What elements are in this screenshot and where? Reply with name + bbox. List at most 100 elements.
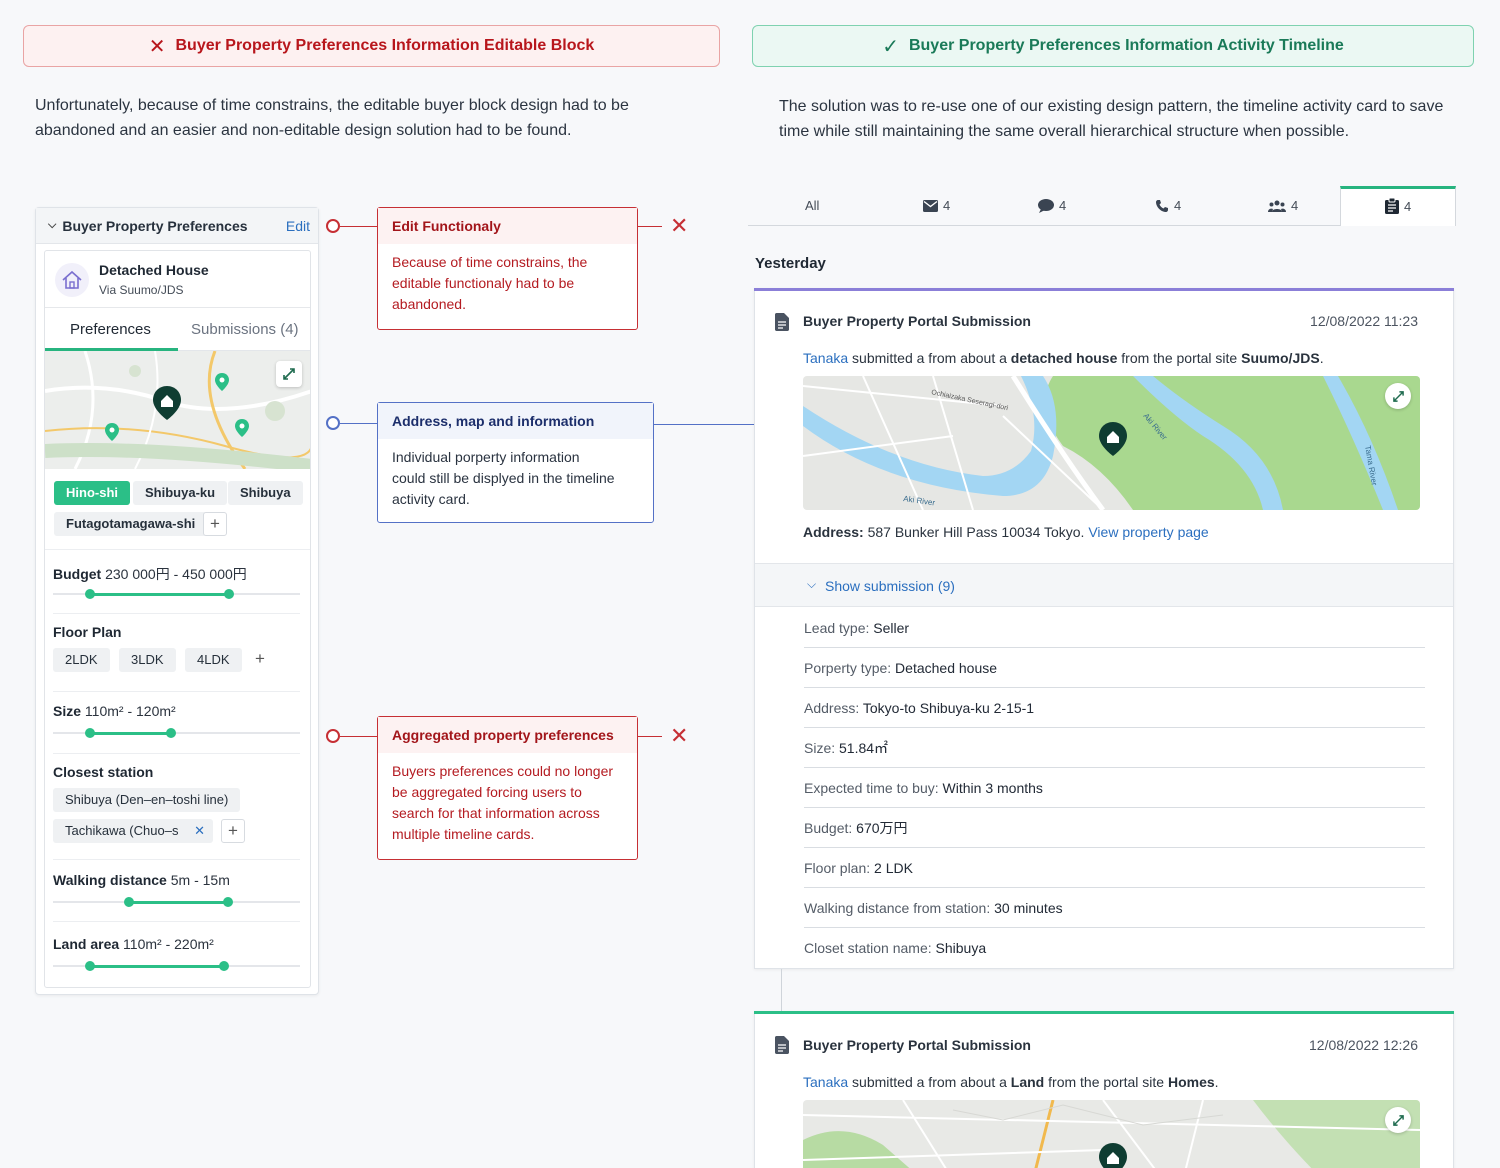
tab-all[interactable]: All (805, 198, 819, 213)
slider-max-handle[interactable] (166, 728, 176, 738)
left-intro-line: Unfortunately, because of time constrain… (35, 97, 629, 114)
add-station-button[interactable]: + (221, 819, 245, 843)
tab-email[interactable]: 4 (923, 198, 950, 213)
chevron-down-icon[interactable]: ⌵ (48, 219, 56, 232)
slider-max-handle[interactable] (219, 961, 229, 971)
budget-value: 230 000円 - 450 000円 (105, 566, 247, 582)
tab-count: 4 (1174, 198, 1182, 213)
tab-label: All (805, 198, 820, 213)
divider (53, 753, 300, 754)
slider-range (90, 593, 229, 596)
tab-chat[interactable]: 4 (1038, 198, 1066, 213)
floor-plan-chip[interactable]: 2LDK (53, 648, 110, 672)
slider-min-handle[interactable] (85, 589, 95, 599)
tab-submissions[interactable]: Submissions (4) (191, 321, 299, 338)
sentence-text: . (1214, 1074, 1219, 1090)
tab-meetings[interactable]: 4 (1268, 198, 1298, 213)
timeline-connector (781, 969, 782, 1011)
station-chip-text: Tachikawa (Chuo–s (65, 823, 179, 838)
document-icon (775, 1036, 789, 1054)
activity-timeline-header-text: Buyer Property Preferences Information A… (908, 37, 1344, 54)
view-property-link[interactable]: View property page (1088, 524, 1208, 540)
tab-notes[interactable]: 4 (1385, 198, 1411, 214)
tab-count: 4 (1291, 198, 1299, 213)
floor-plan-label: Floor Plan (53, 624, 122, 640)
expand-map-icon[interactable] (1385, 1107, 1411, 1133)
slider-range (129, 901, 228, 904)
slider-min-handle[interactable] (85, 728, 95, 738)
slider-min-handle[interactable] (85, 961, 95, 971)
edit-link[interactable]: Edit (286, 218, 310, 234)
area-chip[interactable]: Hino-shi (54, 481, 130, 505)
tab-phone[interactable]: 4 (1155, 198, 1181, 213)
editable-block-header-text: Buyer Property Preferences Information E… (175, 37, 595, 54)
area-chip[interactable]: Futagotamagawa-shi (54, 512, 208, 536)
walking-slider[interactable] (53, 897, 300, 907)
right-intro: The solution was to re-use one of our ex… (779, 94, 1443, 144)
station-chip[interactable]: Tachikawa (Chuo–s ✕ (53, 819, 213, 843)
submission-row: Closet station name: Shibuya (804, 928, 1425, 968)
show-submission-toggle[interactable]: ⌵ Show submission (9) (755, 563, 1453, 607)
remove-chip-icon[interactable]: ✕ (194, 819, 205, 843)
land-value: 110m² - 220m² (123, 936, 214, 952)
phone-icon (1156, 199, 1168, 212)
size-row: Size 110m² - 120m² (53, 703, 176, 719)
callout-line: could still be displyed in the timeline (392, 470, 615, 486)
card-title: Buyer Property Portal Submission (803, 1037, 1031, 1053)
left-intro: Unfortunately, because of time constrain… (35, 93, 629, 143)
address-value: 587 Bunker Hill Pass 10034 Tokyo. (863, 524, 1089, 540)
preferences-card: Detached House Via Suumo/JDS Preferences… (44, 250, 311, 988)
divider (53, 921, 300, 922)
row-label: Closet station name: (804, 940, 936, 956)
submission-row: Walking distance from station: 30 minute… (804, 888, 1425, 928)
connector-line (340, 736, 377, 737)
size-slider[interactable] (53, 728, 300, 738)
land-slider[interactable] (53, 961, 300, 971)
aggregated-preferences-callout: Aggregated property preferences Buyers p… (377, 716, 638, 860)
preferences-map[interactable] (45, 351, 310, 469)
property-map[interactable]: Ochiaizaka Seseragi-dori Aki River Aki R… (803, 376, 1420, 510)
panel-header[interactable]: ⌵ Buyer Property Preferences Edit (36, 208, 318, 244)
property-type-text: Land (1010, 1074, 1045, 1090)
user-link[interactable]: Tanaka (803, 1074, 848, 1090)
chevron-down-icon: ⌵ (807, 577, 817, 591)
floor-plan-chip[interactable]: 4LDK (185, 648, 242, 672)
divider (45, 549, 310, 550)
divider (53, 859, 300, 860)
divider (53, 613, 300, 614)
map-pin-icon (215, 373, 229, 391)
submission-sentence: Tanaka submitted a from about a Land fro… (803, 1074, 1219, 1090)
right-intro-line: The solution was to re-use one of our ex… (779, 98, 1444, 115)
user-link[interactable]: Tanaka (803, 350, 848, 366)
row-value: Seller (873, 620, 910, 636)
connector-dot (326, 219, 340, 233)
check-icon: ✓ (882, 35, 899, 58)
tab-preferences[interactable]: Preferences (70, 321, 151, 338)
floor-plan-chip[interactable]: 3LDK (119, 648, 176, 672)
row-label: Walking distance from station: (804, 900, 995, 916)
map-pin-icon (105, 423, 119, 441)
map-pin-icon (235, 419, 249, 437)
add-area-button[interactable]: + (203, 512, 227, 536)
slider-max-handle[interactable] (223, 897, 233, 907)
callout-title: Edit Functionaly (378, 208, 637, 244)
portal-name: Homes (1167, 1074, 1215, 1090)
mail-icon (923, 199, 938, 212)
sentence-text: submitted a from about a (848, 350, 1011, 366)
connector-line (638, 736, 662, 737)
connector-dot (326, 729, 340, 743)
area-chip[interactable]: Shibuya (228, 481, 303, 505)
submission-row: Budget: 670万円 (804, 808, 1425, 848)
slider-max-handle[interactable] (224, 589, 234, 599)
slider-min-handle[interactable] (124, 897, 134, 907)
station-chip[interactable]: Shibuya (Den–en–toshi line) (53, 788, 241, 812)
area-chip[interactable]: Shibuya-ku (133, 481, 228, 505)
expand-map-icon[interactable] (1385, 383, 1411, 409)
property-map[interactable] (803, 1100, 1420, 1168)
callout-line: abandoned. (392, 296, 466, 312)
expand-map-icon[interactable] (276, 361, 302, 387)
size-label: Size (53, 703, 82, 719)
add-floor-plan-button[interactable]: + (248, 648, 272, 672)
budget-slider[interactable] (53, 589, 300, 599)
close-icon: ✕ (670, 213, 689, 238)
